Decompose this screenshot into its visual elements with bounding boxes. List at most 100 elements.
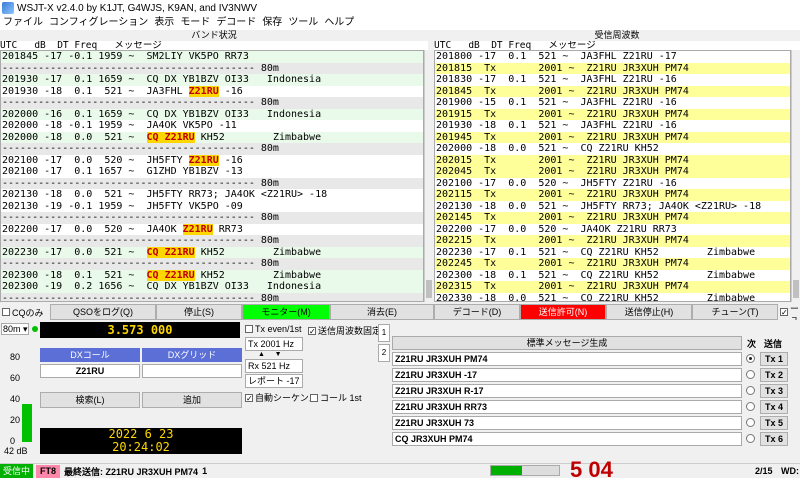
decode-row[interactable]: 202230 -17 0.0 521 ~ CQ Z21RU KH52 Zimba…	[1, 246, 423, 258]
band-separator-row[interactable]: ----------------------------------------…	[1, 177, 423, 189]
menu-item-3[interactable]: モード	[177, 16, 213, 30]
tx-row[interactable]: 202245 Tx 2001 ~ Z21RU JR3XUH PM74	[435, 258, 790, 270]
tx5-now-button[interactable]: Tx 5	[760, 416, 788, 430]
tab-1[interactable]: 1	[378, 324, 390, 342]
tx6-message-input[interactable]: CQ JR3XUH PM74	[392, 432, 742, 446]
tx1-message-input[interactable]: Z21RU JR3XUH PM74	[392, 352, 742, 366]
rx-frequency-list[interactable]: 201800 -17 0.1 521 ~ JA3FHL Z21RU -17 201…	[434, 50, 791, 302]
decode-row[interactable]: 201930 -18 0.1 521 ~ JA3FHL Z21RU -16	[1, 85, 423, 98]
dx-call-input[interactable]: Z21RU	[40, 364, 140, 378]
tx4-next-radio[interactable]	[746, 402, 755, 411]
band-separator-row[interactable]: ----------------------------------------…	[1, 143, 423, 155]
tx6-now-button[interactable]: Tx 6	[760, 432, 788, 446]
menu-item-5[interactable]: 保存	[259, 16, 285, 30]
menu-item-7[interactable]: ヘルプ	[321, 16, 357, 30]
decode-row[interactable]: 202000 -18 -0.1 1959 ~ JA4OK VK5PO -11	[1, 120, 423, 132]
tx-row[interactable]: 202315 Tx 2001 ~ Z21RU JR3XUH PM74	[435, 281, 790, 293]
rx-row[interactable]: 201930 -18 0.1 521 ~ JA3FHL Z21RU -16	[435, 120, 790, 132]
rx-frequency-scrollbar[interactable]	[791, 50, 800, 302]
tx-row[interactable]: 201915 Tx 2001 ~ Z21RU JR3XUH PM74	[435, 108, 790, 120]
decode-row[interactable]: 201845 -17 -0.1 1959 ~ SM2LIY VK5PO RR73	[1, 51, 423, 63]
decode-button[interactable]: デコード(D)	[434, 304, 520, 320]
rx-row[interactable]: 202230 -17 0.1 521 ~ CQ Z21RU KH52 Zimba…	[435, 247, 790, 259]
call-1st-checkbox[interactable]: コール 1st	[310, 391, 362, 404]
menus-checkbox[interactable]: ✓ メニュー	[778, 304, 800, 320]
rx-row[interactable]: 202330 -18 0.0 521 ~ CQ Z21RU KH52 Zimba…	[435, 293, 790, 302]
decode-row[interactable]: 202100 -17 0.0 520 ~ JH5FTY Z21RU -16	[1, 154, 423, 167]
halt-tx-button[interactable]: 送信停止(H)	[606, 304, 692, 320]
tx-row[interactable]: 201945 Tx 2001 ~ Z21RU JR3XUH PM74	[435, 131, 790, 143]
monitor-button[interactable]: モニター(M)	[242, 304, 330, 320]
auto-seq-checkbox[interactable]: ✓ 自動シーケンス	[245, 391, 318, 404]
menu-item-1[interactable]: コンフィグレーション	[46, 16, 151, 30]
menu-item-4[interactable]: デコード	[213, 16, 259, 30]
band-select[interactable]: 80m ▾	[1, 323, 29, 335]
tx2-message-input[interactable]: Z21RU JR3XUH -17	[392, 368, 742, 382]
decode-row[interactable]: 202130 -18 0.0 521 ~ JH5FTY RR73; JA4OK …	[1, 189, 423, 201]
tx2-next-radio[interactable]	[746, 370, 755, 379]
tx-row[interactable]: 201845 Tx 2001 ~ Z21RU JR3XUH PM74	[435, 85, 790, 97]
tx2-now-button[interactable]: Tx 2	[760, 368, 788, 382]
tx4-now-button[interactable]: Tx 4	[760, 400, 788, 414]
band-separator-row[interactable]: ----------------------------------------…	[1, 97, 423, 109]
band-activity-list[interactable]: 201845 -17 -0.1 1959 ~ SM2LIY VK5PO RR73…	[0, 50, 424, 302]
tx6-next-radio[interactable]	[746, 434, 755, 443]
tx5-next-radio[interactable]	[746, 418, 755, 427]
tx4-message-input[interactable]: Z21RU JR3XUH RR73	[392, 400, 742, 414]
report-spinbox[interactable]: レポート -17	[245, 374, 303, 388]
tx-row[interactable]: 202215 Tx 2001 ~ Z21RU JR3XUH PM74	[435, 235, 790, 247]
add-button[interactable]: 追加	[142, 392, 242, 408]
menu-item-0[interactable]: ファイル	[0, 16, 46, 30]
cq-only-checkbox[interactable]: CQのみ	[0, 304, 50, 320]
tx5-message-input[interactable]: Z21RU JR3XUH 73	[392, 416, 742, 430]
rx-row[interactable]: 202000 -18 0.0 521 ~ CQ Z21RU KH52	[435, 143, 790, 155]
erase-button[interactable]: 消去(E)	[330, 304, 434, 320]
enable-tx-button[interactable]: 送信許可(N)	[520, 304, 606, 320]
rx-row[interactable]: 202300 -18 0.1 521 ~ CQ Z21RU KH52 Zimba…	[435, 270, 790, 282]
decode-message: KH52 Zimbabwe	[194, 131, 322, 143]
decode-row[interactable]: 202300 -19 0.2 1656 ~ CQ DX YB1BZV OI33 …	[1, 281, 423, 293]
tab-2[interactable]: 2	[378, 344, 390, 362]
rx-row[interactable]: 202130 -18 0.0 521 ~ JH5FTY RR73; JA4OK …	[435, 201, 790, 213]
tx1-next-radio[interactable]	[746, 354, 755, 363]
decode-row[interactable]: 202100 -17 0.1 1657 ~ G1ZHD YB1BZV -13	[1, 166, 423, 178]
tune-button[interactable]: チューン(T)	[692, 304, 778, 320]
rx-row[interactable]: 202200 -17 0.0 520 ~ JA4OK Z21RU RR73	[435, 224, 790, 236]
tx-row[interactable]: 201815 Tx 2001 ~ Z21RU JR3XUH PM74	[435, 62, 790, 74]
menu-item-6[interactable]: ツール	[285, 16, 321, 30]
log-qso-button[interactable]: QSOをログ(Q)	[50, 304, 156, 320]
decode-row[interactable]: 202130 -19 -0.1 1959 ~ JH5FTY VK5PO -09	[1, 201, 423, 213]
lookup-button[interactable]: 検索(L)	[40, 392, 140, 408]
rx-row[interactable]: 201900 -15 0.1 521 ~ JA3FHL Z21RU -16	[435, 97, 790, 109]
decode-row[interactable]: 202300 -18 0.1 521 ~ CQ Z21RU KH52 Zimba…	[1, 269, 423, 281]
decode-row[interactable]: 202000 -16 0.1 1659 ~ CQ DX YB1BZV OI33 …	[1, 108, 423, 120]
tx-row[interactable]: 202015 Tx 2001 ~ Z21RU JR3XUH PM74	[435, 154, 790, 166]
tx-row[interactable]: 202115 Tx 2001 ~ Z21RU JR3XUH PM74	[435, 189, 790, 201]
band-separator-row[interactable]: ----------------------------------------…	[1, 212, 423, 224]
tx-row[interactable]: 202145 Tx 2001 ~ Z21RU JR3XUH PM74	[435, 212, 790, 224]
band-activity-scrollbar[interactable]	[424, 50, 433, 302]
tx3-now-button[interactable]: Tx 3	[760, 384, 788, 398]
band-separator-row[interactable]: ----------------------------------------…	[1, 292, 423, 301]
rx-row[interactable]: 201830 -17 0.1 521 ~ JA3FHL Z21RU -16	[435, 74, 790, 86]
tx-row[interactable]: 202045 Tx 2001 ~ Z21RU JR3XUH PM74	[435, 166, 790, 178]
tx-freq-spinbox[interactable]: Tx 2001 Hz	[245, 337, 303, 351]
rx-row[interactable]: 201800 -17 0.1 521 ~ JA3FHL Z21RU -17	[435, 51, 790, 63]
decode-row[interactable]: 202000 -18 0.0 521 ~ CQ Z21RU KH52 Zimba…	[1, 131, 423, 143]
menu-item-2[interactable]: 表示	[151, 16, 177, 30]
rx-freq-spinbox[interactable]: Rx 521 Hz	[245, 359, 303, 373]
dx-grid-input[interactable]	[142, 364, 242, 378]
tx3-next-radio[interactable]	[746, 386, 755, 395]
decode-row[interactable]: 201930 -17 0.1 1659 ~ CQ DX YB1BZV OI33 …	[1, 74, 423, 86]
decode-row[interactable]: 202200 -17 0.0 520 ~ JA4OK Z21RU RR73	[1, 223, 423, 236]
band-separator-row[interactable]: ----------------------------------------…	[1, 235, 423, 247]
freq-arrows-icon[interactable]: ▲ ▼	[258, 351, 282, 358]
tx3-message-input[interactable]: Z21RU JR3XUH R-17	[392, 384, 742, 398]
tx-even-checkbox[interactable]: Tx even/1st	[245, 324, 302, 334]
band-separator-row[interactable]: ----------------------------------------…	[1, 258, 423, 270]
band-separator-row[interactable]: ----------------------------------------…	[1, 62, 423, 74]
tx1-now-button[interactable]: Tx 1	[760, 352, 788, 366]
rx-row[interactable]: 202100 -17 0.0 520 ~ JH5FTY Z21RU -16	[435, 178, 790, 190]
hold-tx-freq-checkbox[interactable]: ✓ 送信周波数固定	[308, 324, 381, 337]
stop-button[interactable]: 停止(S)	[156, 304, 242, 320]
